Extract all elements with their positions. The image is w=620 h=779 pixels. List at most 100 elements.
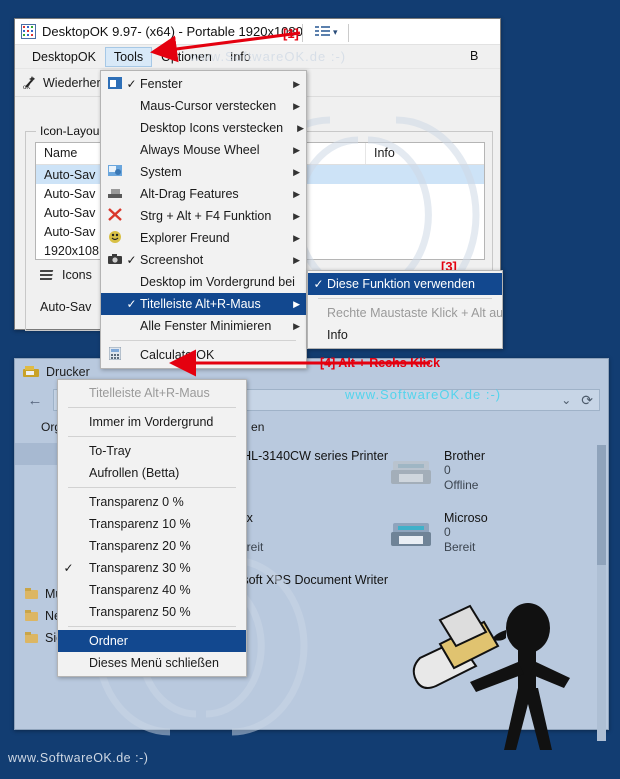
menu-item-label: Always Mouse Wheel <box>140 143 260 157</box>
menu-item-desktop-im-vordergrund[interactable]: Desktop im Vordergrund bei ▶ <box>101 271 316 293</box>
menu-item-label: Desktop Icons verstecken <box>140 121 284 135</box>
list-item[interactable]: Brother 0 Offline <box>388 449 508 505</box>
printer-status: Offline <box>444 478 479 492</box>
window-icon <box>105 76 125 92</box>
folder-icon <box>25 588 38 599</box>
organize-label[interactable]: Org <box>25 420 61 434</box>
check-icon: ✓ <box>126 77 137 91</box>
refresh-icon[interactable]: ⟳ <box>581 392 593 409</box>
printer-name: Microso <box>444 511 488 525</box>
submenu-item-label: Diese Funktion verwenden <box>327 277 475 291</box>
menu-item-system[interactable]: System ▶ <box>101 161 306 183</box>
ctx-item-transparenz-50[interactable]: Transparenz 50 % <box>58 601 246 623</box>
menu-tools[interactable]: Tools <box>104 46 153 67</box>
check-icon: ✓ <box>63 561 74 575</box>
chevron-down-icon[interactable]: ⌄ <box>561 393 571 407</box>
menu-desktopok[interactable]: DesktopOK <box>23 47 105 67</box>
menu-item-calculatorok[interactable]: CalculatorOK <box>101 344 306 366</box>
check-icon: ✓ <box>126 253 137 267</box>
chevron-right-icon: ▶ <box>293 188 300 199</box>
menu-item-label: Screenshot <box>140 253 204 267</box>
ctx-item-transparenz-40[interactable]: Transparenz 40 % <box>58 579 246 601</box>
chevron-right-icon: ▶ <box>293 254 300 265</box>
menu-item-label: Strg + Alt + F4 Funktion <box>140 209 272 223</box>
menu-item-always-mouse-wheel[interactable]: Always Mouse Wheel ▶ <box>101 139 306 161</box>
ctx-item-transparenz-0[interactable]: Transparenz 0 % <box>58 491 246 513</box>
icons-row[interactable]: Icons <box>40 268 92 282</box>
list-item[interactable]: Microso 0 Bereit <box>388 511 508 567</box>
chevron-right-icon: ▶ <box>293 78 300 89</box>
list-view-icon <box>315 26 330 36</box>
submenu-item-info[interactable]: Info <box>308 324 502 346</box>
printer-icon <box>391 523 431 546</box>
autosave-row[interactable]: Auto-Sav <box>40 300 91 314</box>
submenu-item-diese-funktion-verwenden[interactable]: ✓ Diese Funktion verwenden <box>308 273 502 295</box>
toolbar-divider <box>302 24 303 42</box>
address-bar-actions: ⌄ ⟳ <box>561 392 593 409</box>
menu-item-desktop-icons-verstecken[interactable]: Desktop Icons verstecken ▶ <box>101 117 306 139</box>
menu-item-screenshot[interactable]: ✓ Screenshot ▶ <box>101 249 306 271</box>
restore-button[interactable]: oK Wiederherl <box>23 75 104 91</box>
ctx-item-label: Transparenz 20 % <box>89 539 191 553</box>
menu-item-titelleiste-alt-r-maus[interactable]: ✓ Titelleiste Alt+R-Maus ▶ <box>101 293 306 315</box>
ctx-item-label: To-Tray <box>89 444 131 458</box>
submenu-item-rechte-maustaste: Rechte Maustaste Klick + Alt au <box>308 302 503 324</box>
svg-text:oK: oK <box>23 85 30 90</box>
printer-offline-icon <box>391 461 431 484</box>
back-button[interactable]: ← <box>23 392 47 409</box>
menu-item-explorer-freund[interactable]: Explorer Freund ▶ <box>101 227 306 249</box>
chevron-right-icon: ▶ <box>293 320 300 331</box>
smiley-icon <box>105 230 125 246</box>
annotation-4: [4] Alt + Rechs Klick <box>320 356 441 370</box>
menu-item-label: CalculatorOK <box>140 348 215 362</box>
titlebar-context-menu[interactable]: Titelleiste Alt+R-Maus Immer im Vordergr… <box>57 379 247 677</box>
chevron-right-icon: ▶ <box>293 210 300 221</box>
ctx-item-aufrollen[interactable]: Aufrollen (Betta) <box>58 462 246 484</box>
ctx-item-label: Dieses Menü schließen <box>89 656 219 670</box>
menu-separator <box>111 340 296 341</box>
view-caret-icon: ▾ <box>333 26 338 37</box>
menu-item-fenster[interactable]: ✓ Fenster ▶ <box>101 73 306 95</box>
tools-submenu[interactable]: ✓ Diese Funktion verwenden Rechte Mausta… <box>307 270 503 349</box>
menu-item-label: System <box>140 165 182 179</box>
menu-info[interactable]: Info <box>221 47 260 67</box>
menu-item-label: Alt-Drag Features <box>140 187 239 201</box>
groupbox-title: Icon-Layou <box>36 124 104 138</box>
ctx-item-label: Transparenz 50 % <box>89 605 191 619</box>
menu-optionen[interactable]: Optionen <box>152 47 221 67</box>
printer-jobs: 0 <box>444 525 451 539</box>
window2-title: Drucker <box>46 365 90 379</box>
ctx-separator <box>68 407 236 408</box>
printer-folder-icon <box>23 366 39 377</box>
view-mode-button[interactable]: ▾ <box>315 25 338 39</box>
printer-meta: Brother 0 Offline <box>444 449 485 505</box>
ctx-item-transparenz-20[interactable]: Transparenz 20 % <box>58 535 246 557</box>
ctx-item-transparenz-10[interactable]: Transparenz 10 % <box>58 513 246 535</box>
menubar-edge-letter: B <box>470 49 479 63</box>
hammer-man-illustration <box>412 603 570 750</box>
ctx-item-to-tray[interactable]: To-Tray <box>58 440 246 462</box>
printer-meta: Microso 0 Bereit <box>444 511 488 567</box>
menu-item-strg-alt-f4[interactable]: Strg + Alt + F4 Funktion ▶ <box>101 205 306 227</box>
ctx-item-transparenz-30[interactable]: ✓ Transparenz 30 % <box>58 557 246 579</box>
close-x-icon <box>105 208 125 224</box>
window1-titlebar[interactable]: DesktopOK 9.97- (x64) - Portable 1920x10… <box>15 19 500 45</box>
menu-item-label: Maus-Cursor verstecken <box>140 99 277 113</box>
chevron-right-icon: ▶ <box>293 100 300 111</box>
ctx-item-label: Transparenz 10 % <box>89 517 191 531</box>
window1-menubar[interactable]: DesktopOK Tools Optionen Info www.Softwa… <box>15 45 500 69</box>
menu-item-label: Explorer Freund <box>140 231 230 245</box>
column-info[interactable]: Info <box>366 143 484 164</box>
menu-item-alt-drag-features[interactable]: Alt-Drag Features ▶ <box>101 183 306 205</box>
scrollbar-thumb[interactable] <box>597 445 606 565</box>
ctx-item-immer-im-vordergrund[interactable]: Immer im Vordergrund <box>58 411 246 433</box>
menu-item-label: Desktop im Vordergrund bei <box>140 275 295 289</box>
menu-item-label: Titelleiste Alt+R-Maus <box>140 297 261 311</box>
ctx-item-dieses-menu-schliessen[interactable]: Dieses Menü schließen <box>58 652 246 674</box>
tools-dropdown-menu[interactable]: ✓ Fenster ▶ Maus-Cursor verstecken ▶ Des… <box>100 70 316 369</box>
restore-label: Wiederherl <box>43 75 104 90</box>
menu-item-maus-cursor-verstecken[interactable]: Maus-Cursor verstecken ▶ <box>101 95 306 117</box>
ctx-item-ordner[interactable]: Ordner <box>58 630 246 652</box>
toolbar-divider-2 <box>348 24 349 42</box>
menu-item-alle-fenster-minimieren[interactable]: Alle Fenster Minimieren ▶ <box>101 315 306 337</box>
